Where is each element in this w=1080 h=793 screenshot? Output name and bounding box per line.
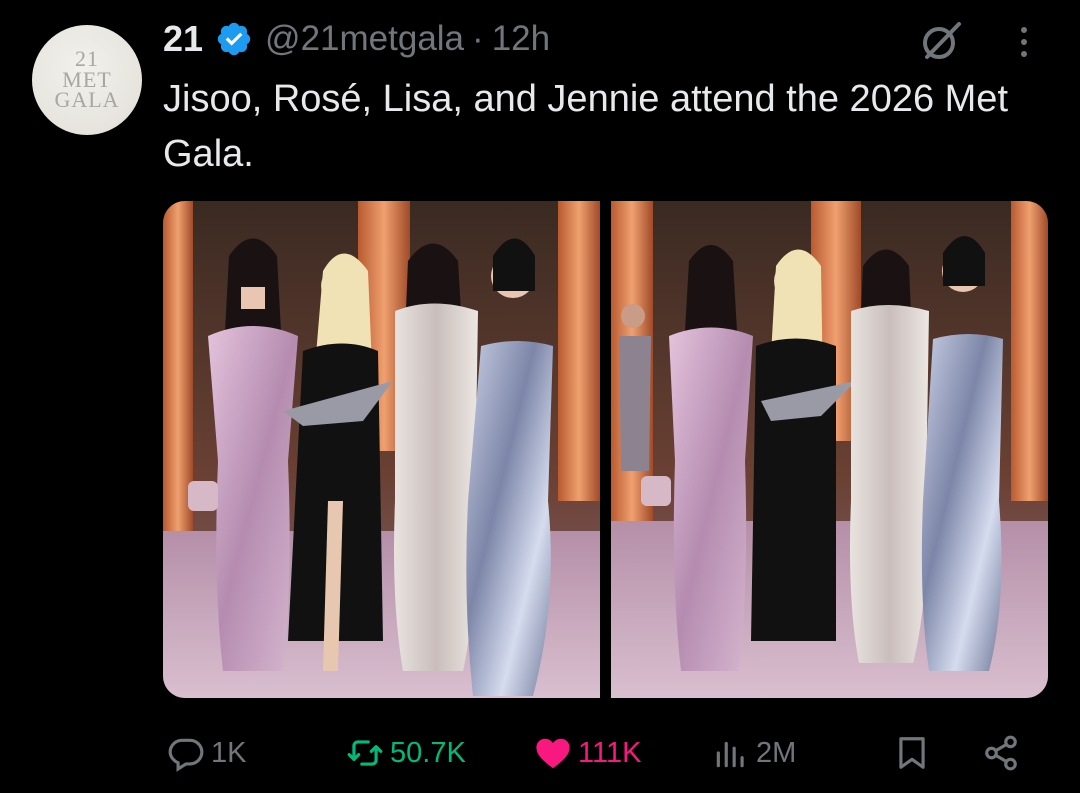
photo-illustration	[611, 201, 1048, 698]
views-count: 2M	[756, 736, 797, 769]
display-name[interactable]: 21	[163, 18, 203, 60]
tweet-text: Jisoo, Rosé, Lisa, and Jennie attend the…	[163, 78, 1008, 175]
repost-button[interactable]: 50.7K	[346, 726, 466, 780]
media-grid	[163, 201, 1048, 698]
reply-button[interactable]: 1K	[167, 726, 246, 780]
media-photo-2[interactable]	[611, 201, 1048, 698]
share-button[interactable]	[982, 726, 1026, 780]
views-icon	[716, 741, 744, 768]
bookmark-icon	[899, 737, 925, 769]
grok-icon[interactable]	[918, 18, 964, 64]
handle[interactable]: @21metgala	[265, 19, 464, 59]
media-photo-1[interactable]	[163, 201, 600, 698]
bookmark-button[interactable]	[893, 726, 937, 780]
repost-count: 50.7K	[390, 736, 466, 769]
like-icon	[536, 738, 570, 769]
timestamp[interactable]: 12h	[492, 19, 550, 59]
action-bar: 1K 50.7K 111K 2M	[0, 726, 1080, 780]
photo-illustration	[163, 201, 600, 698]
verified-badge-icon[interactable]	[215, 20, 253, 58]
separator-dot: ·	[472, 19, 484, 58]
repost-icon	[347, 740, 383, 766]
avatar[interactable]: 21 MET GALA	[32, 25, 142, 135]
share-icon	[985, 735, 1017, 771]
views-button[interactable]: 2M	[712, 726, 796, 780]
like-button[interactable]: 111K	[534, 726, 641, 780]
reply-icon	[168, 738, 204, 772]
avatar-text-line-3: GALA	[54, 87, 120, 113]
reply-count: 1K	[211, 736, 247, 769]
more-icon[interactable]	[1014, 22, 1034, 62]
like-count: 111K	[578, 736, 642, 769]
tweet-header: 21 @21metgala · 12h	[163, 14, 550, 64]
